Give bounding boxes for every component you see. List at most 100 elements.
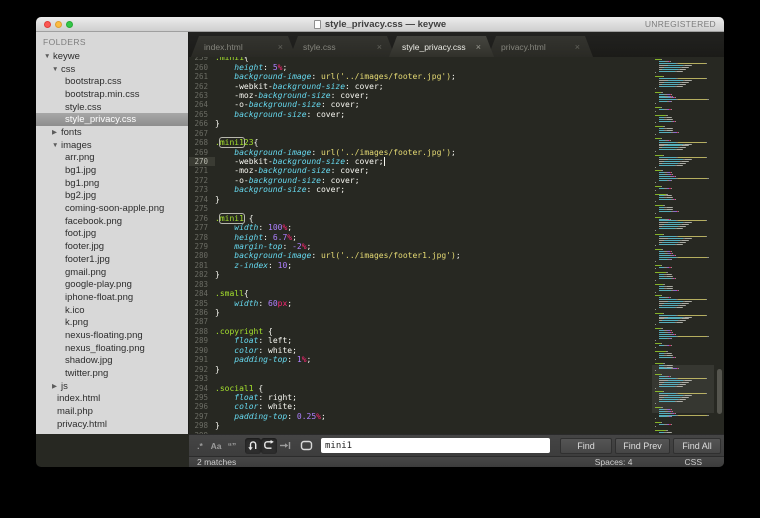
tree-file-mail.php[interactable]: mail.php (36, 405, 188, 418)
tree-file-bg1.png[interactable]: bg1.png (36, 177, 188, 190)
code-text: background-image: url('../images/footer.… (234, 147, 456, 157)
close-window-button[interactable] (44, 20, 51, 28)
tree-folder-js[interactable]: ▶ js (36, 380, 188, 393)
sidebar-folders: FOLDERS ▼ keywe ▼ css bootstrap.css bootstrap… (36, 32, 189, 434)
tree-file-google-play.png[interactable]: google-play.png (36, 278, 188, 291)
tree-item-label: css (61, 63, 76, 75)
tree-file-bg1.jpg[interactable]: bg1.jpg (36, 164, 188, 177)
line-number: 260 (194, 62, 208, 72)
line-number: 263 (194, 90, 208, 100)
line-number: 280 (194, 251, 208, 261)
tree-file-footer.jpg[interactable]: footer.jpg (36, 240, 188, 253)
code-text: .mini1{ (215, 57, 249, 63)
code-text: -webkit-background-size: cover; (234, 81, 384, 91)
in-selection-toggle-button[interactable] (261, 437, 277, 454)
tree-item-label: footer1.jpg (65, 253, 110, 265)
zoom-window-button[interactable] (66, 20, 73, 28)
tree-file-footer1.jpg[interactable]: footer1.jpg (36, 253, 188, 266)
chevron-expanded-icon[interactable]: ▼ (44, 53, 53, 60)
tree-file-k.ico[interactable]: k.ico (36, 304, 188, 317)
tree-file-foot.jpg[interactable]: foot.jpg (36, 228, 188, 241)
indentation-status[interactable]: Spaces: 4 (595, 457, 633, 467)
line-number: 262 (194, 81, 208, 91)
code-line-274: 274} (189, 195, 724, 204)
tree-file-nexus_floating.png[interactable]: nexus_floating.png (36, 342, 188, 355)
line-number: 299 (189, 431, 215, 434)
code-line-279: 279 margin-top: -2%; (189, 242, 724, 251)
code-line-283: 283 (189, 280, 724, 289)
tree-folder-fonts[interactable]: ▶ fonts (36, 126, 188, 139)
tree-file-style.css[interactable]: style.css (36, 101, 188, 114)
case-sensitive-toggle-button[interactable]: Aa (208, 438, 224, 454)
line-number: 289 (194, 336, 208, 346)
tree-file-privacy.html[interactable]: privacy.html (36, 418, 188, 431)
tree-file-bootstrap.min.css[interactable]: bootstrap.min.css (36, 88, 188, 101)
tree-file-facebook.png[interactable]: facebook.png (36, 215, 188, 228)
tree-file-bootstrap.css[interactable]: bootstrap.css (36, 75, 188, 88)
tree-file-bg2.jpg[interactable]: bg2.jpg (36, 190, 188, 203)
tree-folder-keywe[interactable]: ▼ keywe (36, 50, 188, 63)
tree-folder-images[interactable]: ▼ images (36, 139, 188, 152)
minimap[interactable] (655, 59, 711, 434)
chevron-expanded-icon[interactable]: ▼ (52, 66, 61, 73)
chevron-collapsed-icon[interactable]: ▶ (52, 382, 61, 390)
line-number: 273 (194, 185, 208, 195)
chevron-collapsed-icon[interactable]: ▶ (52, 128, 61, 136)
close-tab-icon[interactable]: × (575, 42, 580, 52)
line-number: 281 (194, 260, 208, 270)
tree-file-coming-soon-apple.png[interactable]: coming-soon-apple.png (36, 202, 188, 215)
tree-file-shadow.jpg[interactable]: shadow.jpg (36, 355, 188, 368)
tree-item-label: bootstrap.css (65, 76, 122, 88)
find-input[interactable] (321, 438, 550, 453)
minimize-window-button[interactable] (55, 20, 62, 28)
tab-style.css[interactable]: style.css × (290, 36, 395, 57)
highlight-matches-toggle-button[interactable] (298, 438, 314, 454)
close-tab-icon[interactable]: × (476, 42, 481, 52)
code-text: float: left; (234, 336, 293, 346)
code-text: z-index: 10; (234, 260, 293, 270)
code-text: } (215, 119, 220, 129)
tree-file-gmail.png[interactable]: gmail.png (36, 266, 188, 279)
code-text: background-size: cover; (234, 185, 346, 195)
code-text: -moz-background-size: cover; (234, 166, 370, 176)
line-number: 270 (189, 157, 215, 167)
close-tab-icon[interactable]: × (377, 42, 382, 52)
tree-file-index.html[interactable]: index.html (36, 393, 188, 406)
code-text: -o-background-size: cover; (234, 175, 360, 185)
tree-file-k.png[interactable]: k.png (36, 316, 188, 329)
find-prev-button[interactable]: Find Prev (615, 437, 670, 454)
tree-item-label: js (61, 380, 68, 392)
preserve-case-toggle-button[interactable] (277, 438, 293, 454)
code-line-268: 268 .mini123{ (189, 138, 724, 147)
code-line-276: 276 .mini1 { (189, 213, 724, 223)
code-text: width: 60px; (234, 298, 293, 308)
chevron-expanded-icon[interactable]: ▼ (52, 142, 61, 149)
tree-item-label: images (61, 139, 92, 151)
tab-index.html[interactable]: index.html × (191, 36, 296, 57)
find-button[interactable]: Find (560, 437, 612, 454)
code-line-285: 285 width: 60px; (189, 298, 724, 308)
tree-file-arr.png[interactable]: arr.png (36, 152, 188, 165)
regex-toggle-button[interactable]: .* (192, 438, 208, 454)
line-number: 290 (194, 345, 208, 355)
close-tab-icon[interactable]: × (278, 42, 283, 52)
wrap-toggle-button[interactable] (245, 437, 261, 454)
tree-file-iphone-float.png[interactable]: iphone-float.png (36, 291, 188, 304)
title-bar: style_privacy.css — keywe UNREGISTERED (36, 17, 724, 32)
tree-file-nexus-floating.png[interactable]: nexus-floating.png (36, 329, 188, 342)
code-text: .social1 { (215, 383, 264, 393)
code-editor[interactable]: 259 .mini1{260 height: 5%; 261 background-… (189, 57, 724, 434)
tab-style_privacy.css[interactable]: style_privacy.css × (389, 36, 494, 57)
tree-item-label: mail.php (57, 406, 93, 418)
preserve-case-icon (280, 442, 291, 449)
tab-privacy.html[interactable]: privacy.html × (488, 36, 593, 57)
vertical-scrollbar-thumb[interactable] (717, 369, 722, 414)
tree-file-style_privacy.css[interactable]: style_privacy.css (36, 113, 188, 127)
syntax-status[interactable]: CSS (685, 457, 702, 467)
whole-word-toggle-button[interactable]: “” (224, 438, 240, 454)
tree-folder-css[interactable]: ▼ css (36, 63, 188, 76)
tree-file-twitter.png[interactable]: twitter.png (36, 367, 188, 380)
code-line-288: 288 .copyright { (189, 327, 724, 336)
find-all-button[interactable]: Find All (673, 437, 721, 454)
folders-header: FOLDERS (43, 37, 86, 47)
